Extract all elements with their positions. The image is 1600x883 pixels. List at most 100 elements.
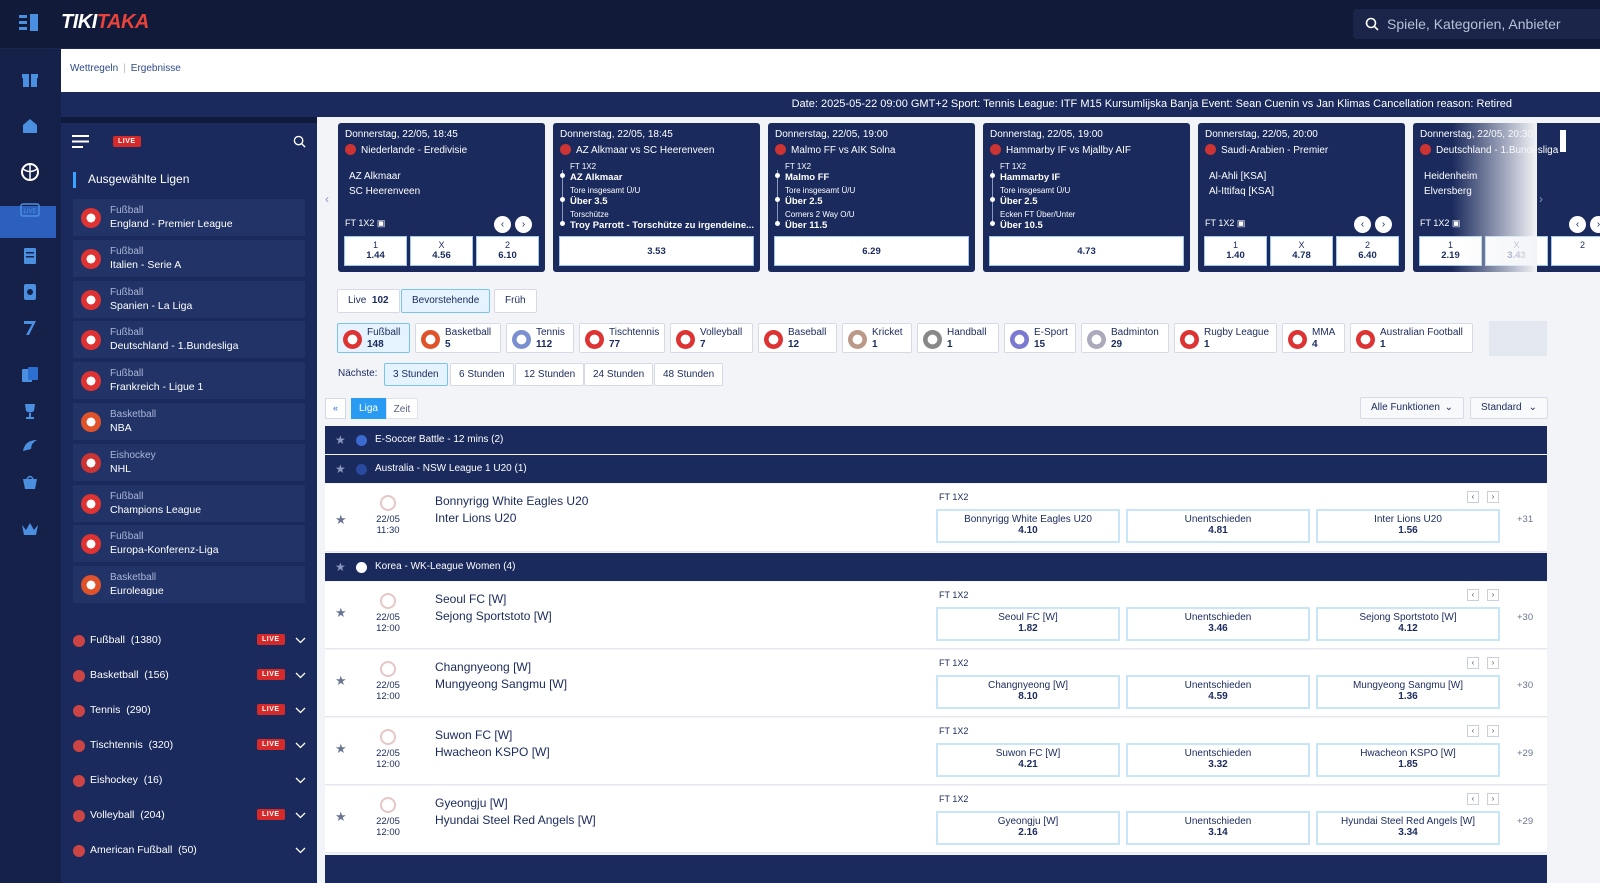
sport-chip[interactable]: Tennis 112 [506,323,574,353]
sport-chip[interactable]: Baseball 12 [758,323,837,353]
odds-button[interactable]: 1 1.40 [1204,236,1267,266]
chips-scroll-fade[interactable] [1489,321,1547,356]
rules-link[interactable]: Wettregeln [70,63,118,74]
home-team[interactable]: Seoul FC [W] [435,592,506,606]
featured-match-card[interactable]: Donnerstag, 22/05, 19:00 Hammarby IF vs M… [983,123,1190,272]
away-team[interactable]: Inter Lions U20 [435,511,516,525]
away-team[interactable]: Mungyeong Sangmu [W] [435,677,567,691]
event-row[interactable]: ★ 22/05 11:30 Bonnyrigg White Eagles U20 … [325,484,1547,552]
star-icon[interactable]: ★ [335,426,346,454]
event-row[interactable]: ★ 22/05 12:00 Changnyeong [W] Mungyeong S… [325,650,1547,717]
odds-away-button[interactable]: Hwacheon KSPO [W] 1.85 [1316,743,1500,777]
sidebar-league-item[interactable]: Eishockey NHL [73,443,305,481]
odds-button[interactable]: 2 [1551,236,1600,266]
sports-icon[interactable] [16,160,44,184]
sidebar-league-item[interactable]: Fußball England - Premier League [73,199,305,236]
tab-live[interactable]: Live 102 [337,289,400,313]
sport-chip[interactable]: Kricket 1 [842,323,912,353]
more-markets-link[interactable]: +31 [1517,514,1533,525]
chevron-down-icon[interactable] [295,775,306,787]
sidebar-sport-row[interactable]: American Fußball (50) [73,837,309,872]
logo[interactable]: TIKITAKA [61,11,149,34]
featured-match-card[interactable]: Donnerstag, 22/05, 19:00 Malmo FF vs AIK … [768,123,975,272]
live-tv-icon[interactable]: LIVE [16,197,44,221]
cards-icon[interactable] [16,363,44,387]
card-prev-icon[interactable]: ‹ [1569,216,1586,233]
sidebar-sport-row[interactable]: Eishockey (16) [73,767,309,802]
more-markets-link[interactable]: +29 [1517,748,1533,759]
odds-home-button[interactable]: Suwon FC [W] 4.21 [936,743,1120,777]
sport-chip[interactable]: Badminton 29 [1081,323,1169,353]
league-section-header[interactable]: ★ Korea - WK-League Women (4) [325,553,1547,581]
sidebar-league-item[interactable]: Fußball Champions League [73,484,305,522]
featured-match-card[interactable]: Donnerstag, 22/05, 18:45 Niederlande - Er… [338,123,545,272]
odds-button[interactable]: X 4.56 [410,236,473,266]
hour-option[interactable]: 24 Stunden [584,363,654,386]
card-prev-icon[interactable]: ‹ [1354,216,1371,233]
odds-button[interactable]: 1 1.44 [344,236,407,266]
sidebar-league-item[interactable]: Fußball Italien - Serie A [73,239,305,277]
featured-match-card[interactable]: Donnerstag, 22/05, 20:00 Saudi-Arabien - … [1198,123,1405,272]
carousel-next-icon[interactable]: › [1539,192,1543,206]
market-prev-icon[interactable]: ‹ [1467,657,1479,669]
home-icon[interactable] [16,114,44,138]
event-row[interactable]: ★ 22/05 12:00 Suwon FC [W] Hwacheon KSPO … [325,718,1547,785]
event-row[interactable]: ★ 22/05 12:00 Gyeongju [W] Hyundai Steel … [325,786,1547,853]
chevron-down-icon[interactable] [295,845,306,857]
view-league-button[interactable]: Liga [351,398,386,419]
league-section-header[interactable]: ★ Australia - NSW League 1 U20 (1) [325,455,1547,483]
chevron-down-icon[interactable] [295,705,306,717]
chevron-down-icon[interactable] [295,635,306,647]
odds-away-button[interactable]: Mungyeong Sangmu [W] 1.36 [1316,675,1500,709]
away-team[interactable]: Hwacheon KSPO [W] [435,745,550,759]
sidebar-sport-row[interactable]: Volleyball (204) LIVE [73,802,309,837]
odds-button[interactable]: 3.53 [559,236,754,266]
sport-chip[interactable]: Australian Football 1 [1350,323,1473,353]
sidebar-league-item[interactable]: Fußball Spanien - La Liga [73,280,305,318]
sidebar-league-item[interactable]: Fußball Frankreich - Ligue 1 [73,362,305,400]
sidebar-league-item[interactable]: Basketball Euroleague [73,566,305,604]
sidebar-sport-row[interactable]: Fußball (1380) LIVE [73,627,309,662]
odds-draw-button[interactable]: Unentschieden 3.32 [1126,743,1310,777]
sidebar-sport-row[interactable]: Basketball (156) LIVE [73,662,309,697]
market-prev-icon[interactable]: ‹ [1467,793,1479,805]
casino-card-icon[interactable] [16,280,44,304]
sport-chip[interactable]: Rugby League 1 [1174,323,1277,353]
market-next-icon[interactable]: › [1487,725,1499,737]
sidebar-sport-row[interactable]: Tischtennis (320) LIVE [73,732,309,767]
star-icon[interactable]: ★ [335,455,346,483]
tab-early[interactable]: Früh [494,289,537,313]
market-prev-icon[interactable]: ‹ [1467,725,1479,737]
chevron-down-icon[interactable] [295,670,306,682]
odds-button[interactable]: 2 6.40 [1336,236,1399,266]
odds-away-button[interactable]: Inter Lions U20 1.56 [1316,509,1500,543]
chevron-down-icon[interactable] [295,740,306,752]
seven-icon[interactable] [16,316,44,340]
star-icon[interactable]: ★ [335,741,347,757]
sport-chip[interactable]: Fußball 148 [337,323,410,353]
sport-chip[interactable]: E-Sport 15 [1004,323,1076,353]
shop-icon[interactable] [16,470,44,494]
hour-option[interactable]: 12 Stunden [515,363,585,386]
odds-button[interactable]: X 4.78 [1270,236,1333,266]
sport-chip[interactable]: Volleyball 7 [670,323,753,353]
sport-chip[interactable]: Handball 1 [917,323,999,353]
more-markets-link[interactable]: +30 [1517,612,1533,623]
home-team[interactable]: Suwon FC [W] [435,728,512,742]
gift-icon[interactable] [16,67,44,91]
star-icon[interactable]: ★ [335,553,346,581]
view-time-button[interactable]: Zeit [386,398,418,419]
sport-chip[interactable]: Basketball 5 [415,323,501,353]
chevron-down-icon[interactable] [295,810,306,822]
league-section-header[interactable] [325,855,1547,883]
sidebar-sport-row[interactable]: Tennis (290) LIVE [73,697,309,732]
sidebar-league-item[interactable]: Fußball Deutschland - 1.Bundesliga [73,321,305,359]
odds-draw-button[interactable]: Unentschieden 4.59 [1126,675,1310,709]
odds-home-button[interactable]: Changnyeong [W] 8.10 [936,675,1120,709]
market-next-icon[interactable]: › [1487,589,1499,601]
hour-option[interactable]: 6 Stunden [450,363,514,386]
away-team[interactable]: Hyundai Steel Red Angels [W] [435,813,596,827]
odds-home-button[interactable]: Bonnyrigg White Eagles U20 4.10 [936,509,1120,543]
sport-chip[interactable]: Tischtennis 77 [579,323,665,353]
home-team[interactable]: Gyeongju [W] [435,796,508,810]
